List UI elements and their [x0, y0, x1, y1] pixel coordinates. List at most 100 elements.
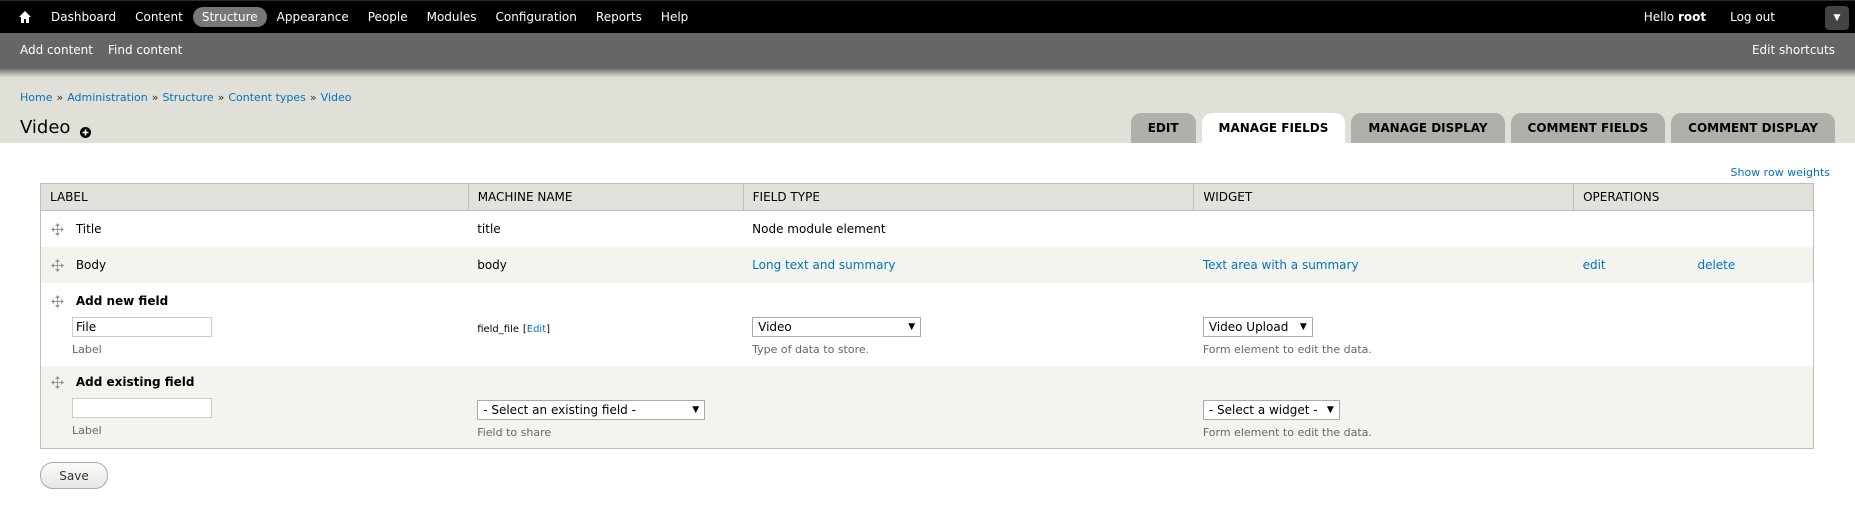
column-header-operations: OPERATIONS — [1573, 183, 1814, 211]
tab-edit[interactable]: EDIT — [1130, 113, 1196, 143]
home-icon[interactable] — [18, 10, 32, 24]
page-title: Video — [20, 117, 71, 138]
new-widget-select[interactable]: Video Upload ▼ — [1202, 316, 1313, 337]
breadcrumb-content-types[interactable]: Content types — [228, 91, 306, 104]
field-label: Body — [75, 257, 107, 272]
column-header-field-type: FIELD TYPE — [743, 183, 1195, 211]
add-existing-operations — [1574, 366, 1814, 449]
page-header: Home» Administration» Structure» Content ty… — [0, 77, 1855, 143]
new-widget-select-value: Video Upload — [1208, 319, 1289, 334]
breadcrumb-separator: » — [151, 91, 159, 104]
username[interactable]: root — [1678, 10, 1706, 24]
existing-field-desc: Field to share — [477, 425, 552, 439]
chevron-down-icon: ▼ — [1833, 13, 1841, 23]
existing-widget-select[interactable]: - Select a widget - ▼ — [1202, 399, 1340, 420]
menu-content[interactable]: Content — [126, 7, 192, 27]
tab-manage-fields[interactable]: MANAGE FIELDS — [1201, 113, 1346, 143]
column-header-machine-name: MACHINE NAME — [468, 183, 744, 211]
edit-shortcuts-link[interactable]: Edit shortcuts — [1752, 43, 1835, 57]
add-new-machine-cell: field_file [Edit] — [477, 323, 551, 335]
primary-tabs: EDIT MANAGE FIELDS MANAGE DISPLAY COMMEN… — [1125, 113, 1835, 143]
field-type-cell: Long text and summary — [743, 247, 1194, 283]
breadcrumb-separator: » — [309, 91, 317, 104]
new-field-machine-name: field_file — [477, 323, 520, 335]
existing-field-label-input[interactable] — [72, 397, 212, 418]
add-existing-label-cell: Add existing field Label — [41, 366, 469, 449]
menu-modules[interactable]: Modules — [418, 7, 486, 27]
column-header-widget: WIDGET — [1193, 183, 1575, 211]
toolbar-menu: Dashboard Content Structure Appearance P… — [42, 1, 698, 33]
field-label-cell: Body — [41, 247, 469, 283]
shortcuts-bar: Add content Find content Edit shortcuts — [0, 33, 1855, 67]
breadcrumb: Home» Administration» Structure» Content ty… — [20, 91, 351, 104]
drag-handle-icon[interactable] — [51, 222, 64, 236]
new-field-label-input[interactable] — [72, 316, 212, 337]
add-new-operations — [1574, 283, 1814, 366]
menu-configuration[interactable]: Configuration — [487, 7, 586, 27]
drag-handle-icon[interactable] — [51, 375, 64, 389]
add-existing-field-cell: - Select an existing field - ▼ Field to … — [468, 366, 743, 449]
existing-widget-select-value: - Select a widget - — [1208, 402, 1318, 417]
dropdown-arrow-icon: ▼ — [692, 404, 700, 415]
field-type-link[interactable]: Long text and summary — [752, 258, 895, 272]
show-row-weights-link[interactable]: Show row weights — [1731, 166, 1831, 179]
breadcrumb-video[interactable]: Video — [321, 91, 352, 104]
tab-comment-display[interactable]: COMMENT DISPLAY — [1671, 113, 1835, 143]
menu-structure[interactable]: Structure — [192, 7, 267, 27]
shortcut-find-content[interactable]: Find content — [108, 43, 182, 57]
add-new-widget-cell: Video Upload ▼ Form element to edit the … — [1194, 283, 1574, 366]
add-existing-field-row: Add existing field Label - Select an exi… — [40, 365, 1814, 449]
tab-comment-fields[interactable]: COMMENT FIELDS — [1510, 113, 1666, 143]
shortcut-add-content[interactable]: Add content — [20, 43, 93, 57]
breadcrumb-administration[interactable]: Administration — [67, 91, 148, 104]
column-header-label: LABEL — [40, 183, 469, 211]
dropdown-arrow-icon: ▼ — [1299, 321, 1307, 332]
add-existing-type-cell — [743, 366, 1194, 449]
field-operations — [1574, 211, 1814, 247]
field-type-select-value: Video — [758, 319, 792, 334]
toolbar-drawer-toggle[interactable]: ▼ — [1825, 6, 1849, 30]
breadcrumb-separator: » — [217, 91, 225, 104]
new-widget-desc: Form element to edit the data. — [1202, 342, 1372, 356]
add-new-label-cell: Add new field Label — [41, 283, 469, 366]
field-label: Title — [75, 221, 102, 236]
existing-widget-desc: Form element to edit the data. — [1202, 425, 1372, 439]
add-shortcut-icon[interactable] — [80, 127, 91, 138]
add-new-field-row: Add new field Label field_file [Edit] Vi… — [40, 282, 1814, 366]
new-field-label-desc: Label — [72, 342, 102, 356]
menu-people[interactable]: People — [359, 7, 417, 27]
drag-handle-icon[interactable] — [51, 294, 64, 308]
breadcrumb-home[interactable]: Home — [20, 91, 52, 104]
menu-help[interactable]: Help — [652, 7, 697, 27]
save-button[interactable]: Save — [40, 462, 108, 489]
user-area: Hello root Log out — [1644, 1, 1775, 33]
tab-manage-display[interactable]: MANAGE DISPLAY — [1351, 113, 1505, 143]
edit-link[interactable]: edit — [1583, 258, 1606, 272]
table-header-row: LABEL MACHINE NAME FIELD TYPE WIDGET OPE… — [40, 183, 1814, 211]
menu-appearance[interactable]: Appearance — [268, 7, 358, 27]
field-widget-cell: Text area with a summary — [1194, 247, 1574, 283]
field-machine-name: body — [477, 257, 507, 272]
machine-name-edit-link[interactable]: Edit — [527, 324, 546, 335]
field-operations: edit delete — [1574, 247, 1814, 283]
admin-toolbar: Dashboard Content Structure Appearance P… — [0, 0, 1855, 33]
drag-handle-icon[interactable] — [51, 258, 64, 272]
delete-link[interactable]: delete — [1697, 258, 1735, 272]
add-existing-widget-cell: - Select a widget - ▼ Form element to ed… — [1194, 366, 1574, 449]
menu-dashboard[interactable]: Dashboard — [42, 7, 125, 27]
field-type-desc: Type of data to store. — [752, 342, 870, 356]
field-type-select[interactable]: Video ▼ — [752, 316, 922, 337]
add-existing-field-title: Add existing field — [75, 374, 195, 389]
logout-link[interactable]: Log out — [1730, 10, 1775, 24]
table-row: Title title Node module element — [40, 210, 1814, 247]
field-widget-link[interactable]: Text area with a summary — [1203, 258, 1359, 272]
breadcrumb-separator: » — [56, 91, 64, 104]
menu-reports[interactable]: Reports — [587, 7, 651, 27]
dropdown-arrow-icon: ▼ — [908, 321, 916, 332]
existing-field-select-value: - Select an existing field - — [483, 402, 636, 417]
toolbar-shadow — [0, 67, 1855, 77]
table-row: Body body Long text and summary Text are… — [40, 246, 1814, 283]
existing-field-select[interactable]: - Select an existing field - ▼ — [477, 399, 706, 420]
breadcrumb-structure[interactable]: Structure — [162, 91, 213, 104]
field-label-cell: Title — [41, 211, 469, 247]
